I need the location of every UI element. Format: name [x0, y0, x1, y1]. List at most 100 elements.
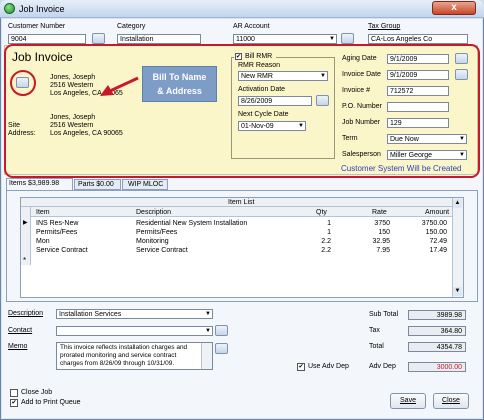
table-row-1-rate[interactable]: 3750: [368, 220, 390, 227]
aging-calendar-icon[interactable]: [455, 53, 468, 64]
close-job-checkbox[interactable]: [10, 389, 18, 397]
table-row-2-amount[interactable]: 150.00: [419, 229, 447, 236]
bill-to-line-2: 2516 Western: [50, 82, 94, 89]
tab-parts-label: Parts $0.00: [78, 181, 114, 188]
column-header-description[interactable]: Description: [136, 209, 171, 216]
table-row-4-rate[interactable]: 7.95: [368, 247, 390, 254]
contact-select[interactable]: [56, 326, 213, 336]
rmr-reason-select[interactable]: New RMR: [238, 71, 328, 81]
total-field: 4354.78: [408, 342, 466, 352]
table-row-3-amount[interactable]: 72.49: [419, 238, 447, 245]
invoice-date-field[interactable]: 9/1/2009: [387, 70, 449, 80]
site-line-2: 2516 Western: [50, 122, 94, 129]
table-row-4-item[interactable]: Service Contract: [36, 247, 88, 254]
table-row-4-amount[interactable]: 17.49: [419, 247, 447, 254]
ar-account-select[interactable]: 11000: [233, 34, 337, 44]
salesperson-select[interactable]: Miller George: [387, 150, 467, 160]
memo-insert-icon[interactable]: [215, 343, 228, 354]
salesperson-label: Salesperson: [342, 151, 381, 158]
activation-date-label: Activation Date: [238, 86, 286, 93]
bill-to-line-1: Jones, Joseph: [50, 74, 96, 81]
tab-items-label: Items $3,989.98: [9, 180, 60, 187]
title-bar[interactable]: [0, 0, 484, 18]
scroll-up-icon[interactable]: ▲: [453, 199, 462, 208]
site-label: Site: [8, 122, 21, 129]
table-row-4-description[interactable]: Service Contract: [136, 247, 188, 254]
customer-number-field[interactable]: 9004: [8, 34, 86, 44]
table-row-3-qty[interactable]: 2.2: [319, 238, 331, 245]
po-number-field[interactable]: [387, 102, 449, 112]
table-row-3-description[interactable]: Monitoring: [136, 238, 169, 245]
bill-rmr-checkbox[interactable]: ✔: [235, 53, 242, 60]
contact-book-icon[interactable]: [215, 325, 228, 336]
callout-arrow-icon: [100, 76, 139, 96]
invoice-number-field[interactable]: 712572: [387, 86, 449, 96]
memo-textarea[interactable]: This invoice reflects installation charg…: [56, 342, 213, 370]
term-select[interactable]: Due Now: [387, 134, 467, 144]
tax-group-field[interactable]: CA-Los Angeles Co: [368, 34, 468, 44]
save-button[interactable]: Save: [390, 393, 426, 409]
subtotal-field: 3989.98: [408, 310, 466, 320]
window-title: Job Invoice: [19, 4, 65, 14]
term-label: Term: [342, 135, 358, 142]
use-adv-dep-checkbox[interactable]: ✔: [297, 363, 305, 371]
tax-group-label: Tax Group: [368, 23, 401, 30]
category-label: Category: [117, 23, 146, 30]
page-title: Job Invoice: [12, 50, 73, 64]
print-queue-label: Add to Print Queue: [21, 399, 81, 406]
scroll-down-icon[interactable]: ▼: [453, 287, 462, 296]
close-button[interactable]: Close: [433, 393, 469, 409]
print-queue-checkbox[interactable]: ✔: [10, 399, 18, 407]
table-row-3-item[interactable]: Mon: [36, 238, 50, 245]
subtotal-label: Sub Total: [369, 311, 399, 318]
ar-account-label: AR Account: [233, 23, 270, 30]
column-header-rate[interactable]: Rate: [372, 209, 387, 216]
status-message: Customer System Will be Created: [341, 164, 462, 173]
table-row-2-description[interactable]: Permits/Fees: [136, 229, 177, 236]
calendar-icon[interactable]: [316, 95, 329, 106]
close-window-button[interactable]: x: [432, 1, 476, 15]
current-row-marker: ▶: [23, 220, 28, 226]
activation-date-field[interactable]: 8/26/2009: [238, 96, 312, 106]
bill-rmr-label: Bill RMR: [245, 53, 273, 60]
table-row-1-item[interactable]: INS Res-New: [36, 220, 78, 227]
contact-label: Contact: [8, 327, 33, 334]
invoice-calendar-icon[interactable]: [455, 69, 468, 80]
invoice-number-label: Invoice #: [342, 87, 371, 94]
tab-wip-mloc-label: WIP MLOC: [128, 181, 164, 188]
customer-lookup-icon[interactable]: [92, 33, 105, 44]
tax-field: 364.80: [408, 326, 466, 336]
memo-scrollbar[interactable]: [201, 343, 212, 369]
rmr-reason-label: RMR Reason: [238, 62, 281, 69]
aging-date-label: Aging Date: [342, 55, 377, 62]
table-row-2-qty[interactable]: 1: [319, 229, 331, 236]
total-label: Total: [369, 343, 384, 350]
column-header-amount[interactable]: Amount: [425, 209, 449, 216]
column-header-item[interactable]: Item: [36, 209, 50, 216]
tax-label: Tax: [369, 327, 380, 334]
category-field[interactable]: Installation: [117, 34, 201, 44]
adv-dep-label: Adv Dep: [369, 363, 396, 370]
site-line-1: Jones, Joseph: [50, 114, 96, 121]
customer-number-label: Customer Number: [8, 23, 66, 30]
job-number-label: Job Number: [342, 119, 381, 126]
aging-date-field[interactable]: 9/1/2009: [387, 54, 449, 64]
description-select[interactable]: Installation Services: [56, 309, 213, 319]
table-row-4-qty[interactable]: 2.2: [319, 247, 331, 254]
table-row-3-rate[interactable]: 32.95: [368, 238, 390, 245]
grid-scrollbar[interactable]: [452, 198, 463, 297]
site-address-label: Address:: [8, 130, 36, 137]
bill-to-callout: Bill To Name & Address: [142, 66, 217, 102]
save-disk-icon[interactable]: [341, 33, 354, 44]
column-header-qty[interactable]: Qty: [316, 209, 327, 216]
table-row-1-qty[interactable]: 1: [319, 220, 331, 227]
table-row-2-item[interactable]: Permits/Fees: [36, 229, 77, 236]
memo-label: Memo: [8, 343, 28, 350]
table-row-1-amount[interactable]: 3750.00: [419, 220, 447, 227]
table-row-2-rate[interactable]: 150: [368, 229, 390, 236]
close-job-label: Close Job: [21, 389, 53, 396]
table-row-1-description[interactable]: Residential New System Installation: [136, 220, 247, 227]
bill-to-address-icon[interactable]: [16, 77, 29, 88]
next-cycle-select[interactable]: 01-Nov-09: [238, 121, 306, 131]
job-number-field[interactable]: 129: [387, 118, 449, 128]
